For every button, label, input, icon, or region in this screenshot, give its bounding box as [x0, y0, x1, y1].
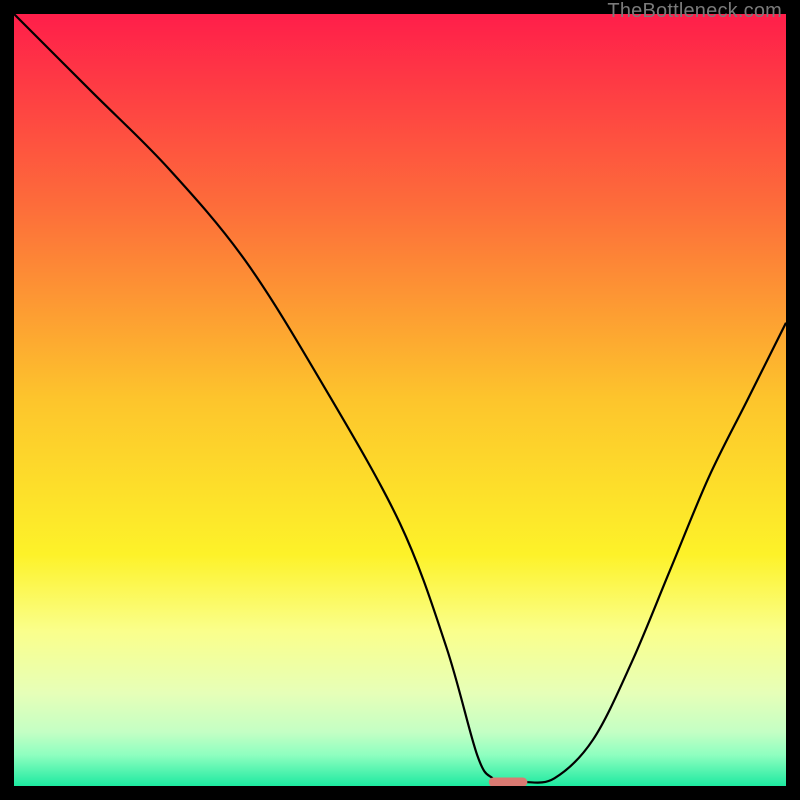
chart-svg	[14, 14, 786, 786]
optimal-marker	[489, 778, 528, 786]
chart-container: TheBottleneck.com	[0, 0, 800, 800]
plot-area	[14, 14, 786, 786]
watermark-text: TheBottleneck.com	[607, 0, 782, 23]
